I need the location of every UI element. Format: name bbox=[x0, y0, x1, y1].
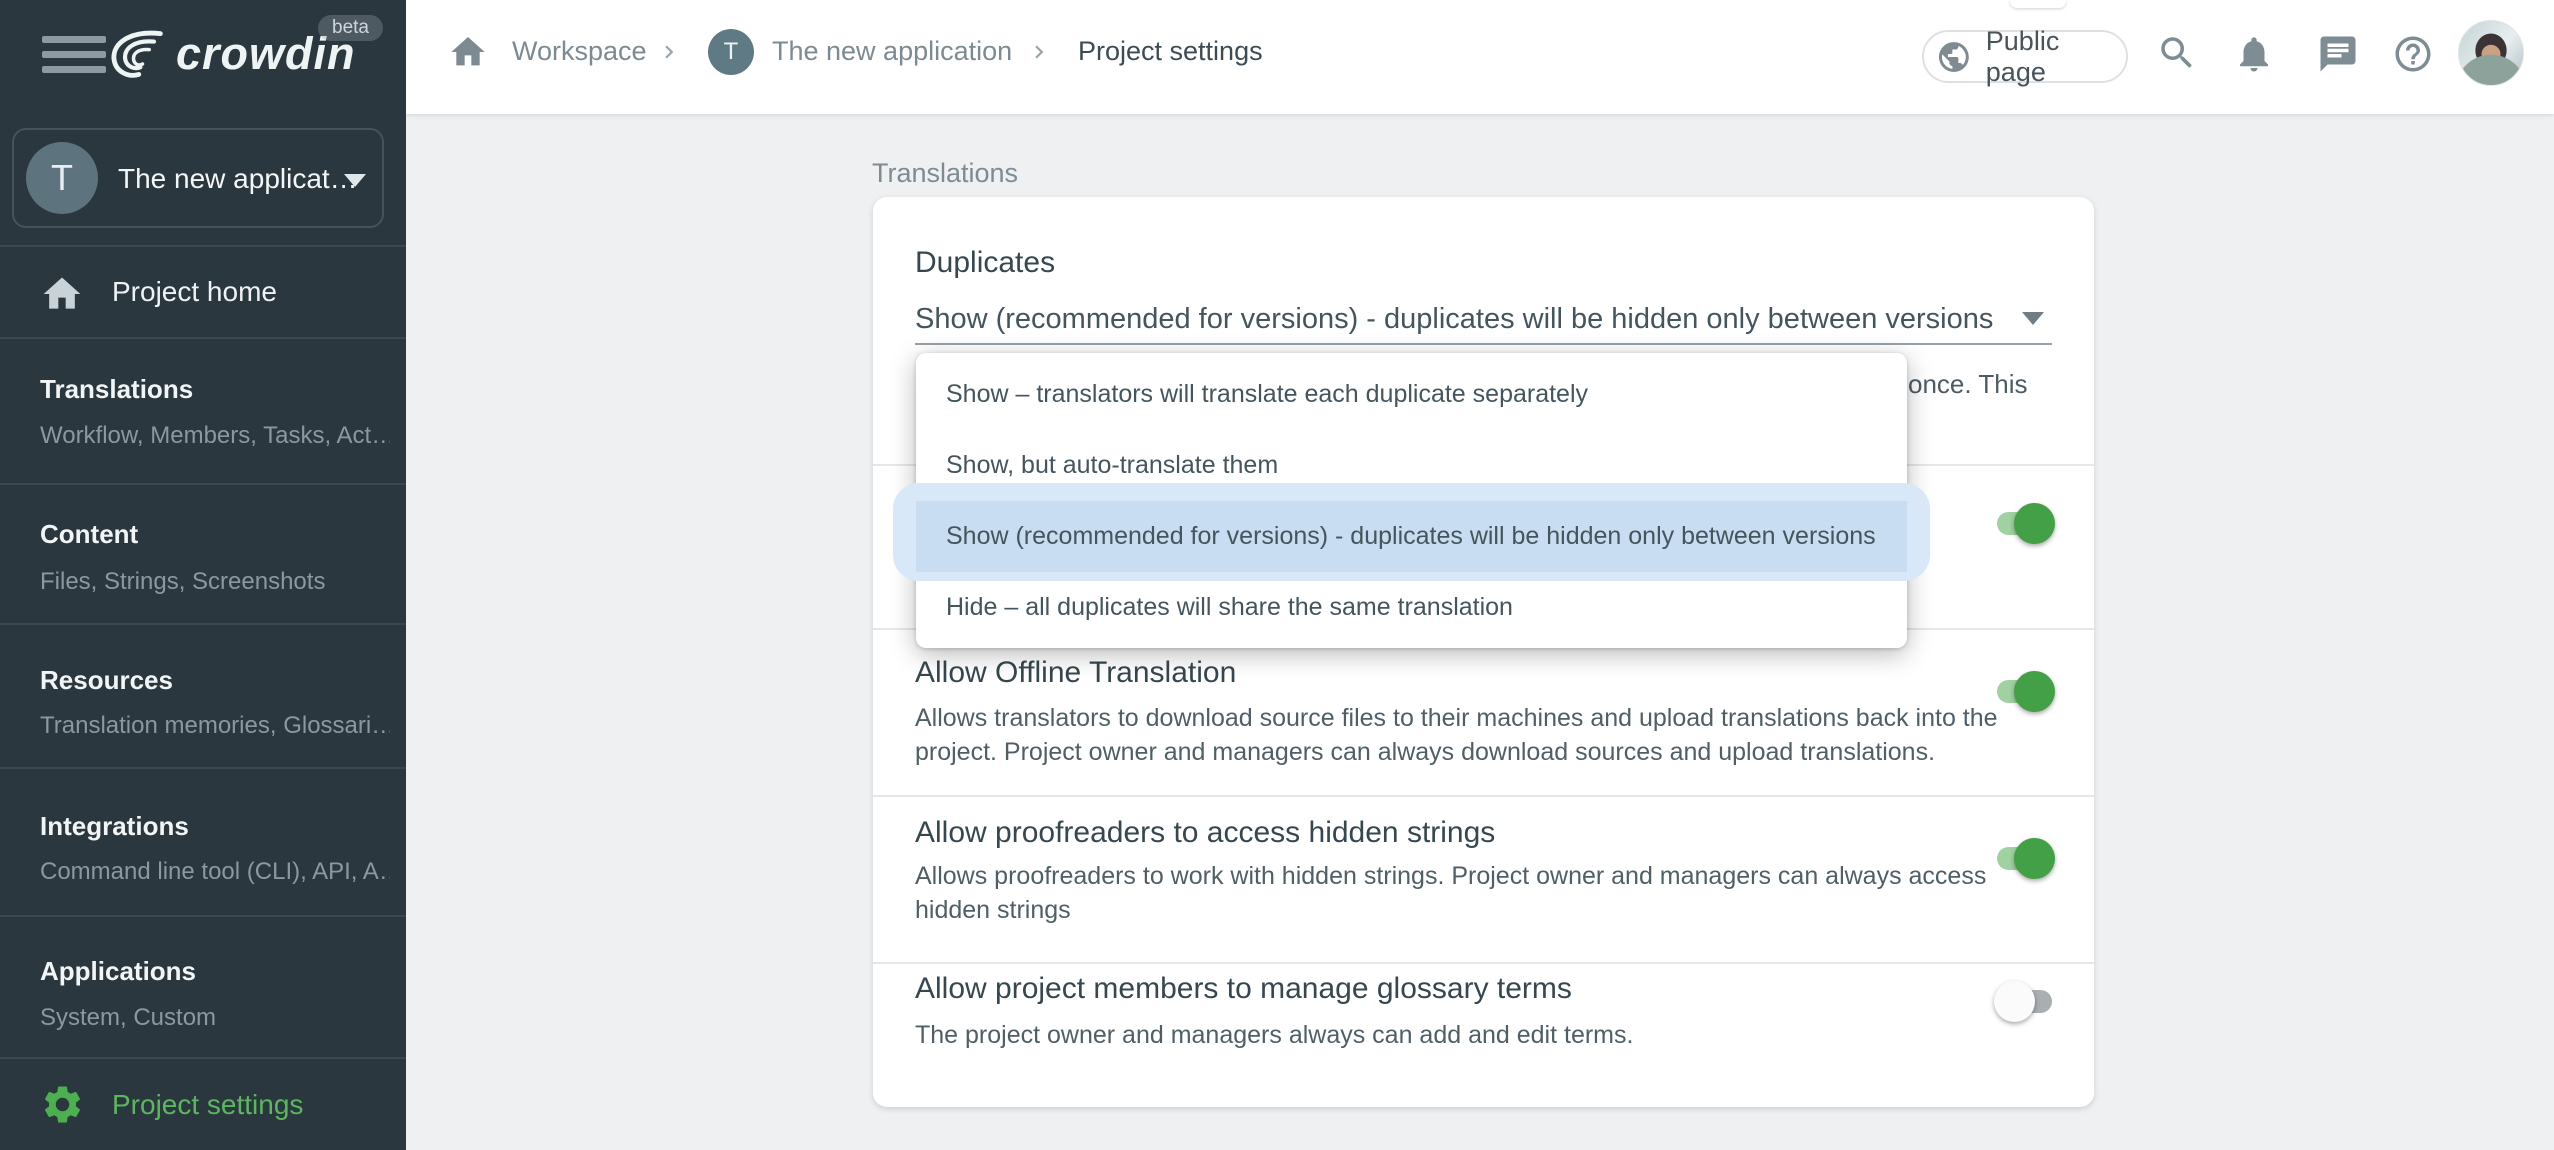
toggle-thumb bbox=[2014, 671, 2055, 712]
breadcrumb-project[interactable]: The new application bbox=[772, 36, 1012, 67]
sidebar-item-integrations-sub: Command line tool (CLI), API, A… bbox=[40, 858, 390, 885]
home-icon bbox=[43, 277, 81, 309]
globe-icon bbox=[1938, 41, 1969, 72]
offline-translation-description: Allows translators to download source fi… bbox=[915, 704, 1998, 766]
sidebar-item-resources-sub: Translation memories, Glossari… bbox=[40, 712, 390, 739]
duplicates-dropdown-menu: Show – translators will translate each d… bbox=[893, 353, 1930, 648]
beta-badge: beta bbox=[318, 15, 383, 41]
sidebar-item-applications-sub: System, Custom bbox=[40, 1004, 217, 1031]
hidden-setting-toggle[interactable] bbox=[1997, 503, 2055, 544]
breadcrumb-current-page: Project settings bbox=[1078, 36, 1263, 66]
dropdown-option-show-autotranslate[interactable]: Show, but auto-translate them bbox=[916, 430, 1907, 501]
toggle-thumb bbox=[2014, 838, 2055, 879]
settings-section-label: Translations bbox=[872, 158, 1019, 188]
manage-glossary-toggle[interactable] bbox=[1994, 981, 2052, 1022]
divider bbox=[0, 915, 406, 917]
chevron-right-icon bbox=[1035, 45, 1044, 59]
sidebar-item-integrations[interactable]: Integrations bbox=[40, 811, 189, 842]
home-icon[interactable] bbox=[448, 32, 488, 72]
breadcrumb-workspace[interactable]: Workspace bbox=[512, 36, 647, 67]
dropdown-option-show-separately[interactable]: Show – translators will translate each d… bbox=[916, 359, 1907, 430]
sidebar-item-content[interactable]: Content bbox=[40, 519, 138, 550]
divider bbox=[0, 1057, 406, 1059]
sidebar-item-resources[interactable]: Resources bbox=[40, 665, 173, 696]
dropdown-option-hide[interactable]: Hide – all duplicates will share the sam… bbox=[916, 572, 1907, 643]
public-page-button[interactable]: Public page bbox=[1922, 26, 2128, 87]
duplicates-title: Duplicates bbox=[915, 246, 1056, 279]
gear-icon bbox=[44, 1086, 81, 1123]
proofreaders-hidden-strings-description: Allows proofreaders to work with hidden … bbox=[915, 862, 1987, 924]
sidebar-item-project-settings[interactable]: Project settings bbox=[112, 1089, 303, 1121]
chevron-right-icon bbox=[665, 45, 674, 59]
proofreaders-hidden-strings-title: Allow proofreaders to access hidden stri… bbox=[915, 816, 1496, 849]
toggle-thumb bbox=[1994, 981, 2035, 1022]
duplicates-select[interactable]: Show (recommended for versions) - duplic… bbox=[915, 303, 1993, 336]
sidebar-item-applications[interactable]: Applications bbox=[40, 956, 196, 987]
duplicates-description-fragment: once. This bbox=[1908, 369, 2028, 399]
dropdown-option-show-recommended[interactable]: Show (recommended for versions) - duplic… bbox=[916, 501, 1907, 572]
messages-icon[interactable] bbox=[2317, 33, 2359, 75]
menu-hamburger-icon[interactable] bbox=[42, 36, 106, 73]
divider bbox=[873, 795, 2094, 797]
sidebar: crowdin beta T The new applicat… Project… bbox=[0, 0, 406, 1150]
topbar: Workspace T The new application Project … bbox=[406, 0, 2554, 114]
translations-settings-card: Duplicates Show (recommended for version… bbox=[873, 197, 2094, 1107]
divider bbox=[0, 483, 406, 485]
divider bbox=[0, 767, 406, 769]
search-icon[interactable] bbox=[2156, 32, 2198, 74]
project-selector-label: The new applicat… bbox=[118, 163, 358, 194]
offline-translation-toggle[interactable] bbox=[1997, 671, 2055, 712]
manage-glossary-title: Allow project members to manage glossary… bbox=[915, 972, 1572, 1005]
crowdin-project-settings-screen: Workspace T The new application Project … bbox=[0, 0, 2554, 1150]
divider bbox=[873, 962, 2094, 964]
sidebar-item-translations-sub: Workflow, Members, Tasks, Act… bbox=[40, 422, 390, 449]
divider bbox=[0, 623, 406, 625]
breadcrumb-project-avatar: T bbox=[708, 29, 754, 75]
divider bbox=[0, 337, 406, 339]
offline-translation-title: Allow Offline Translation bbox=[915, 656, 1237, 689]
sidebar-item-project-home[interactable]: Project home bbox=[112, 276, 277, 308]
project-selector-avatar: T bbox=[26, 142, 98, 214]
toast-fragment bbox=[2010, 0, 2066, 8]
help-icon[interactable] bbox=[2392, 33, 2434, 75]
crowdin-bird-icon bbox=[111, 30, 163, 78]
select-caret-icon[interactable] bbox=[2022, 312, 2044, 325]
public-page-label: Public page bbox=[1985, 25, 2060, 87]
chevron-down-icon bbox=[344, 174, 366, 187]
select-underline bbox=[915, 343, 2052, 345]
toggle-thumb bbox=[2014, 503, 2055, 544]
sidebar-item-content-sub: Files, Strings, Screenshots bbox=[40, 568, 326, 595]
divider bbox=[0, 245, 406, 247]
sidebar-item-translations[interactable]: Translations bbox=[40, 374, 193, 405]
manage-glossary-description: The project owner and managers always ca… bbox=[915, 1021, 1634, 1049]
notifications-bell-icon[interactable] bbox=[2233, 33, 2275, 75]
user-avatar[interactable] bbox=[2458, 20, 2524, 86]
proofreaders-hidden-strings-toggle[interactable] bbox=[1997, 838, 2055, 879]
